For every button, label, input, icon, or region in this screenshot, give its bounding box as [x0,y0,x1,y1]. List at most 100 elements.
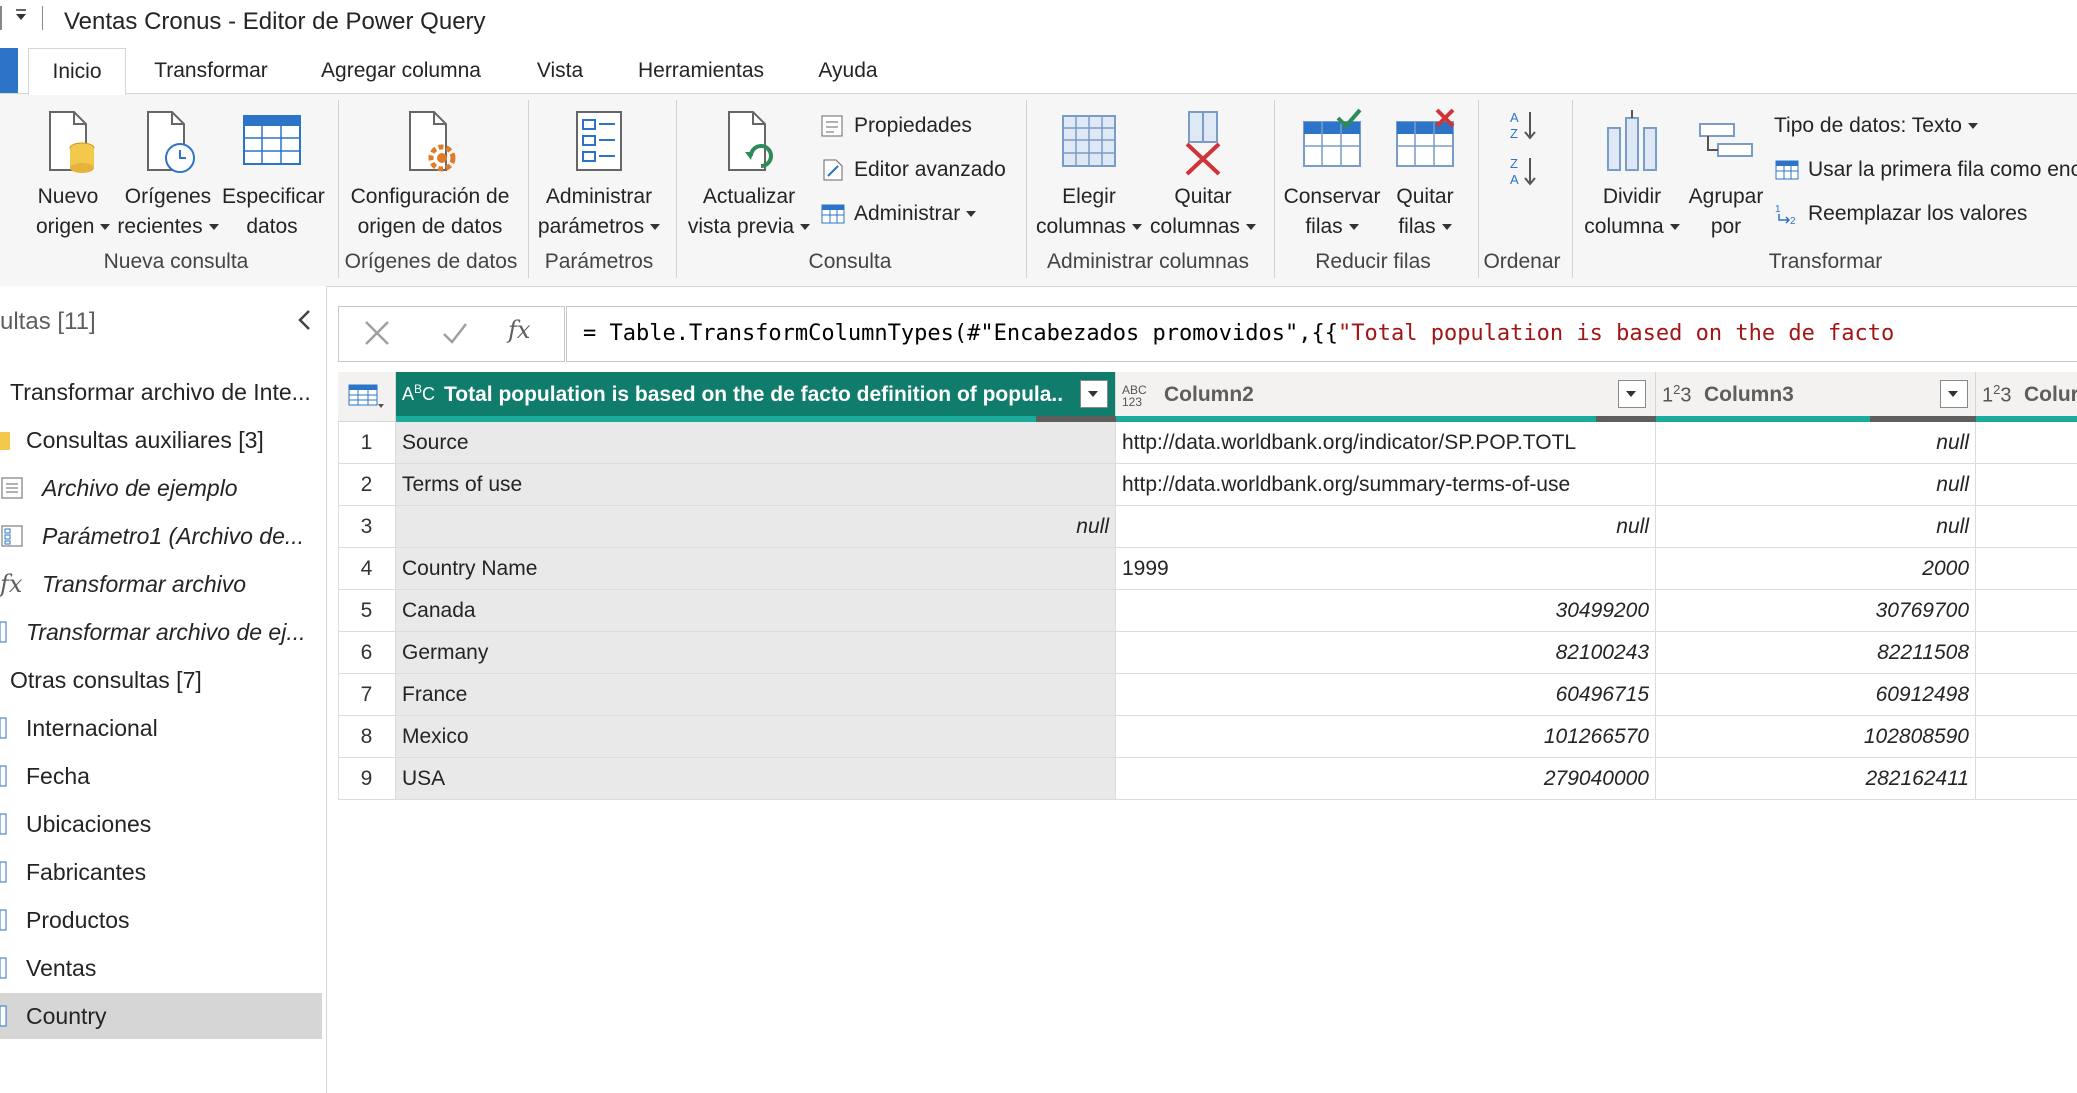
tab-inicio[interactable]: Inicio [28,48,126,95]
query-group-transformar-archivo[interactable]: Transformar archivo de Inte... [0,369,322,415]
file-tab[interactable] [0,48,18,94]
tab-herramientas[interactable]: Herramientas [626,48,776,94]
query-item-internacional[interactable]: Internacional [0,705,322,751]
table-cell[interactable]: 82211508 [1656,632,1976,674]
quick-access-dropdown-icon[interactable] [14,6,28,26]
column-header-3[interactable]: 123 Column3 [1656,372,1976,422]
formula-input[interactable]: = Table.TransformColumnTypes(#"Encabezad… [566,306,2077,362]
origenes-recientes-button[interactable]: Orígenes recientes [116,108,220,242]
table-cell[interactable]: 102808590 [1656,716,1976,758]
table-cell[interactable] [1976,632,2077,674]
table-cell[interactable]: Country Name [396,548,1116,590]
table-row[interactable]: 3 null null null [338,506,2077,548]
query-item-fecha[interactable]: Fecha [0,753,322,799]
tab-agregar-columna[interactable]: Agregar columna [306,48,496,94]
query-item-transformar-archivo-ejemplo[interactable]: Transformar archivo de ej... [0,609,322,655]
table-row[interactable]: 9 USA 279040000 282162411 [338,758,2077,800]
column-header-2[interactable]: ABC 123 Column2 [1116,372,1656,422]
table-row[interactable]: 2 Terms of use http://data.worldbank.org… [338,464,2077,506]
sort-ascending-icon[interactable]: AZ [1508,108,1538,142]
especificar-datos-button[interactable]: Especificar datos [222,108,325,242]
tipo-datos-dropdown[interactable]: Tipo de datos: Texto [1774,111,1978,141]
actualizar-vista-previa-button[interactable]: Actualizar vista previa [684,108,814,242]
column-filter-button[interactable] [1940,380,1968,408]
collapse-pane-icon[interactable] [293,308,317,332]
query-item-ubicaciones[interactable]: Ubicaciones [0,801,322,847]
table-cell[interactable]: 282162411 [1656,758,1976,800]
table-cell[interactable]: USA [396,758,1116,800]
editor-avanzado-button[interactable]: Editor avanzado [820,155,1006,185]
tab-ayuda[interactable]: Ayuda [800,48,896,94]
table-row[interactable]: 1 Source http://data.worldbank.org/indic… [338,422,2077,464]
table-cell[interactable] [1976,674,2077,716]
table-cell[interactable]: 101266570 [1116,716,1656,758]
table-cell[interactable]: null [1656,422,1976,464]
tab-vista[interactable]: Vista [520,48,600,94]
query-item-country[interactable]: Country [0,993,322,1039]
query-item-ventas[interactable]: Ventas [0,945,322,991]
table-cell[interactable]: 2000 [1656,548,1976,590]
table-cell[interactable] [1976,464,2077,506]
agrupar-por-button[interactable]: Agrupar por [1688,108,1764,242]
reemplazar-valores-button[interactable]: 1 2 Reemplazar los valores [1774,199,2027,229]
table-cell[interactable]: http://data.worldbank.org/indicator/SP.P… [1116,422,1656,464]
table-cell[interactable]: 30769700 [1656,590,1976,632]
query-item-fabricantes[interactable]: Fabricantes [0,849,322,895]
table-cell[interactable] [1976,590,2077,632]
table-cell[interactable]: 60912498 [1656,674,1976,716]
table-cell[interactable] [1976,548,2077,590]
nuevo-origen-button[interactable]: Nuevo origen [36,108,111,242]
dividir-columna-button[interactable]: Dividir columna [1580,108,1684,242]
table-cell[interactable]: http://data.worldbank.org/summary-terms-… [1116,464,1656,506]
query-item-parametro1[interactable]: Parámetro1 (Archivo de... [0,513,322,559]
quitar-filas-button[interactable]: Quitar filas [1388,108,1462,242]
query-item-transformar-archivo[interactable]: fx Transformar archivo [0,561,322,607]
table-cell[interactable]: null [1656,506,1976,548]
column-filter-button[interactable] [1618,380,1646,408]
table-cell[interactable]: null [396,506,1116,548]
table-cell[interactable]: Source [396,422,1116,464]
tab-transformar[interactable]: Transformar [140,48,282,94]
table-cell[interactable]: 82100243 [1116,632,1656,674]
confirm-formula-icon[interactable] [440,318,470,348]
administrar-parametros-button[interactable]: Administrar parámetros [536,108,662,242]
table-cell[interactable]: France [396,674,1116,716]
propiedades-button[interactable]: Propiedades [820,111,972,141]
table-cell[interactable]: Germany [396,632,1116,674]
table-cell[interactable]: 30499200 [1116,590,1656,632]
table-row[interactable]: 5 Canada 30499200 30769700 [338,590,2077,632]
insert-function-icon[interactable]: fx [508,316,530,344]
query-item-productos[interactable]: Productos [0,897,322,943]
column-filter-button[interactable] [1080,380,1108,408]
table-cell[interactable]: 279040000 [1116,758,1656,800]
table-row[interactable]: 4 Country Name 1999 2000 [338,548,2077,590]
table-row[interactable]: 7 France 60496715 60912498 [338,674,2077,716]
table-cell[interactable]: 1999 [1116,548,1656,590]
table-cell[interactable] [1976,758,2077,800]
configuracion-origen-button[interactable]: Configuración de origen de datos [346,108,514,242]
administrar-consulta-button[interactable]: Administrar [820,199,977,229]
query-group-otras-consultas[interactable]: Otras consultas [7] [0,657,322,703]
primera-fila-encabezado-button[interactable]: Usar la primera fila como enc [1774,155,2077,185]
table-cell[interactable] [1976,422,2077,464]
query-item-archivo-ejemplo[interactable]: Archivo de ejemplo [0,465,322,511]
column-header-4[interactable]: 123 Colur [1976,372,2077,422]
table-menu-button[interactable] [338,372,396,422]
table-cell[interactable] [1976,506,2077,548]
elegir-columnas-button[interactable]: Elegir columnas [1034,108,1144,242]
table-row[interactable]: 6 Germany 82100243 82211508 [338,632,2077,674]
column-header-1[interactable]: ABC Total population is based on the de … [396,372,1116,422]
table-cell[interactable] [1976,716,2077,758]
table-cell[interactable]: Mexico [396,716,1116,758]
table-row[interactable]: 8 Mexico 101266570 102808590 [338,716,2077,758]
table-cell[interactable]: null [1116,506,1656,548]
table-cell[interactable]: Terms of use [396,464,1116,506]
sort-descending-icon[interactable]: ZA [1508,154,1538,188]
cancel-formula-icon[interactable] [362,318,392,348]
quitar-columnas-button[interactable]: Quitar columnas [1148,108,1258,242]
table-cell[interactable]: 60496715 [1116,674,1656,716]
query-folder-consultas-auxiliares[interactable]: Consultas auxiliares [3] [0,417,322,463]
table-cell[interactable]: null [1656,464,1976,506]
conservar-filas-button[interactable]: Conservar filas [1282,108,1382,242]
table-cell[interactable]: Canada [396,590,1116,632]
